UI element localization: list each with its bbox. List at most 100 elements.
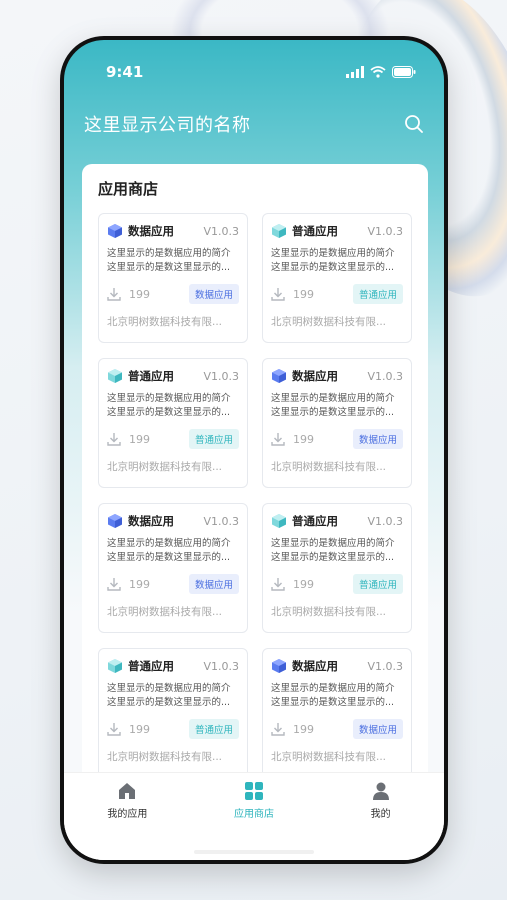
app-name: 数据应用 (292, 659, 338, 673)
app-description: 这里显示的是数据应用的简介这里显示的是数这里显示的... (107, 538, 231, 563)
download-icon (107, 433, 121, 446)
app-type-tag: 数据应用 (352, 719, 403, 739)
app-type-tag: 普通应用 (352, 284, 403, 304)
app-version: V1.0.3 (203, 224, 239, 238)
app-company: 北京明树数据科技有限... (107, 751, 223, 763)
download-count-value: 199 (293, 287, 314, 301)
download-count-value: 199 (129, 577, 150, 591)
card-header: 数据应用 V1.0.3 (271, 368, 403, 384)
app-version: V1.0.3 (203, 369, 239, 383)
app-company: 北京明树数据科技有限... (271, 316, 387, 328)
app-card[interactable]: 数据应用 V1.0.3 这里显示的是数据应用的简介这里显示的是数这里显示的...… (98, 213, 248, 343)
download-icon (107, 288, 121, 301)
app-type-tag: 数据应用 (188, 284, 239, 304)
status-icons (346, 66, 416, 78)
app-company: 北京明树数据科技有限... (107, 461, 223, 473)
store-title: 应用商店 (98, 180, 159, 198)
card-title-wrap: 普通应用 (107, 368, 174, 384)
normal-app-icon (108, 369, 122, 383)
download-count-value: 199 (129, 432, 150, 446)
app-version: V1.0.3 (367, 514, 403, 528)
download-count: 199 (271, 577, 314, 591)
app-description: 这里显示的是数据应用的简介这里显示的是数这里显示的... (107, 248, 231, 273)
app-type-tag: 普通应用 (188, 429, 239, 449)
search-icon[interactable] (404, 114, 424, 134)
app-name: 数据应用 (128, 514, 174, 528)
data-app-icon (272, 659, 286, 673)
signal-icon (346, 66, 364, 78)
home-indicator (194, 850, 314, 854)
tab-label: 我的 (370, 809, 391, 820)
app-screen: 9:41 这里显示公司的名称 应用商店 数据应用 V1.0.3 这里显示的是数据… (64, 40, 444, 860)
data-app-icon (272, 369, 286, 383)
app-description: 这里显示的是数据应用的简介这里显示的是数这里显示的... (271, 248, 395, 273)
card-title-wrap: 数据应用 (107, 223, 174, 239)
download-icon (271, 723, 285, 736)
app-card[interactable]: 数据应用 V1.0.3 这里显示的是数据应用的简介这里显示的是数这里显示的...… (262, 648, 412, 778)
app-card[interactable]: 普通应用 V1.0.3 这里显示的是数据应用的简介这里显示的是数这里显示的...… (262, 213, 412, 343)
tab-profile[interactable]: 我的 (336, 781, 426, 860)
card-title-wrap: 普通应用 (271, 513, 338, 529)
tab-label: 我的应用 (107, 809, 148, 820)
app-type-tag: 普通应用 (352, 574, 403, 594)
card-header: 数据应用 V1.0.3 (107, 223, 239, 239)
app-card[interactable]: 数据应用 V1.0.3 这里显示的是数据应用的简介这里显示的是数这里显示的...… (98, 503, 248, 633)
download-icon (271, 288, 285, 301)
card-header: 普通应用 V1.0.3 (107, 658, 239, 674)
status-time: 9:41 (106, 63, 144, 81)
app-name: 普通应用 (292, 224, 338, 238)
app-type-tag: 数据应用 (352, 429, 403, 449)
download-icon (107, 578, 121, 591)
download-count-value: 199 (129, 287, 150, 301)
app-version: V1.0.3 (367, 224, 403, 238)
app-store-panel: 应用商店 数据应用 V1.0.3 这里显示的是数据应用的简介这里显示的是数这里显… (82, 164, 428, 784)
card-meta: 199 数据应用 (271, 719, 403, 739)
download-count: 199 (107, 577, 150, 591)
download-count-value: 199 (293, 577, 314, 591)
bottom-tab-bar: 我的应用 应用商店 我的 (64, 772, 444, 860)
app-name: 数据应用 (128, 224, 174, 238)
tab-app-store[interactable]: 应用商店 (209, 781, 299, 860)
download-count: 199 (271, 432, 314, 446)
card-meta: 199 数据应用 (271, 429, 403, 449)
card-header: 普通应用 V1.0.3 (271, 223, 403, 239)
app-company: 北京明树数据科技有限... (271, 751, 387, 763)
app-card[interactable]: 普通应用 V1.0.3 这里显示的是数据应用的简介这里显示的是数这里显示的...… (262, 503, 412, 633)
battery-icon (392, 66, 416, 78)
card-title-wrap: 数据应用 (271, 368, 338, 384)
card-meta: 199 普通应用 (107, 429, 239, 449)
card-title-wrap: 普通应用 (107, 658, 174, 674)
card-title-wrap: 数据应用 (271, 658, 338, 674)
app-card[interactable]: 数据应用 V1.0.3 这里显示的是数据应用的简介这里显示的是数这里显示的...… (262, 358, 412, 488)
download-count-value: 199 (293, 432, 314, 446)
app-name: 普通应用 (128, 659, 174, 673)
app-name: 数据应用 (292, 369, 338, 383)
download-count: 199 (107, 432, 150, 446)
app-description: 这里显示的是数据应用的简介这里显示的是数这里显示的... (107, 393, 231, 418)
app-company: 北京明树数据科技有限... (107, 316, 223, 328)
app-type-tag: 普通应用 (188, 719, 239, 739)
download-icon (271, 578, 285, 591)
card-meta: 199 数据应用 (107, 284, 239, 304)
card-header: 普通应用 V1.0.3 (271, 513, 403, 529)
company-name: 这里显示公司的名称 (84, 115, 251, 136)
app-card[interactable]: 普通应用 V1.0.3 这里显示的是数据应用的简介这里显示的是数这里显示的...… (98, 648, 248, 778)
app-version: V1.0.3 (203, 659, 239, 673)
wifi-icon (370, 66, 386, 78)
tab-my-apps[interactable]: 我的应用 (82, 781, 172, 860)
home-icon (119, 783, 136, 799)
app-card[interactable]: 普通应用 V1.0.3 这里显示的是数据应用的简介这里显示的是数这里显示的...… (98, 358, 248, 488)
card-meta: 199 数据应用 (107, 574, 239, 594)
app-description: 这里显示的是数据应用的简介这里显示的是数这里显示的... (271, 683, 395, 708)
normal-app-icon (108, 659, 122, 673)
card-title-wrap: 数据应用 (107, 513, 174, 529)
app-header: 这里显示公司的名称 (64, 96, 444, 152)
card-header: 数据应用 V1.0.3 (271, 658, 403, 674)
status-bar: 9:41 (64, 40, 444, 96)
app-type-tag: 数据应用 (188, 574, 239, 594)
data-app-icon (108, 224, 122, 238)
grid-icon (244, 782, 263, 800)
download-count-value: 199 (293, 722, 314, 736)
card-meta: 199 普通应用 (271, 574, 403, 594)
download-count-value: 199 (129, 722, 150, 736)
